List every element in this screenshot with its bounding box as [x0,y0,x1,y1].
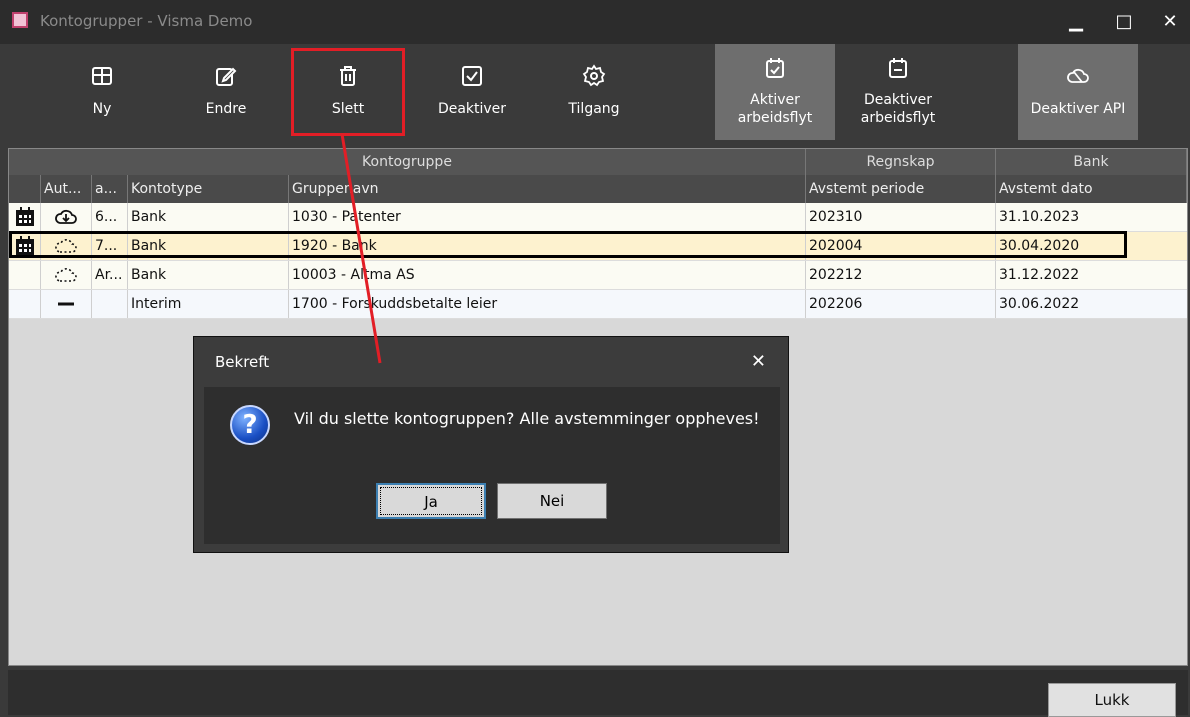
new-button[interactable]: Ny [50,44,154,146]
row-flag-empty [9,290,41,318]
close-button[interactable]: Lukk [1048,683,1176,717]
deactivate-workflow-button[interactable]: Deaktiver arbeidsflyt [838,44,958,146]
col-header-auto[interactable]: Aut... [41,175,92,203]
cell-a: 7... [92,232,128,260]
cloud-download-icon [41,203,92,231]
cell-avstemt-periode: 202004 [806,232,996,260]
calendar-icon [9,232,41,260]
access-button[interactable]: Tilgang [542,44,646,146]
table-row[interactable]: Interim 1700 - Forskuddsbetalte leier 20… [9,290,1187,319]
cell-gruppenavn: 1030 - Patenter [289,203,806,231]
footer [8,670,1188,715]
dialog-title: Bekreft [215,353,270,371]
cell-a: 6... [92,203,128,231]
deactivate-api-label: Deaktiver API [1030,101,1126,117]
activate-workflow-line1: Aktiver [750,92,800,108]
cell-kontotype: Bank [128,261,289,289]
dotted-cloud-icon [41,232,92,260]
group-header-bank: Bank [996,149,1187,175]
calendar-minus-icon [838,56,958,82]
no-button[interactable]: Nei [497,483,607,519]
col-header-gruppenavn[interactable]: Gruppenavn [289,175,806,203]
question-icon: ? [230,405,270,445]
group-header-regnskap: Regnskap [806,149,996,175]
deactivate-workflow-line1: Deaktiver [863,92,933,108]
col-header-flag[interactable] [9,175,41,203]
title-bar: Kontogrupper - Visma Demo ▁ □ ✕ [0,0,1190,44]
cloud-off-icon [1018,64,1138,90]
table-row[interactable]: 6... Bank 1030 - Patenter 202310 31.10.2… [9,203,1187,232]
toolbar: Ny Endre Slett Deaktiver Tilgang Aktiver… [0,44,1190,146]
deactivate-workflow-line2: arbeidsflyt [860,110,936,126]
cell-gruppenavn: 1920 - Bank [289,232,806,260]
edit-button[interactable]: Endre [174,44,278,146]
deactivate-button[interactable]: Deaktiver [420,44,524,146]
cell-kontotype: Bank [128,203,289,231]
confirm-dialog: Bekreft ✕ ? Vil du slette kontogruppen? … [193,336,789,553]
yes-button[interactable]: Ja [376,483,486,519]
cell-kontotype: Interim [128,290,289,318]
new-label: Ny [92,101,112,117]
minimize-button[interactable]: ▁ [1058,8,1094,36]
close-window-button[interactable]: ✕ [1152,8,1188,36]
cell-avstemt-dato: 30.04.2020 [999,238,1080,254]
maximize-button[interactable]: □ [1106,8,1142,36]
activate-workflow-button[interactable]: Aktiver arbeidsflyt [715,44,835,140]
cell-avstemt-periode: 202206 [806,290,996,318]
cell-a: Ar... [92,261,128,289]
edit-icon [174,64,278,90]
dialog-body: ? Vil du slette kontogruppen? Alle avste… [204,387,780,544]
row-flag-empty [9,261,41,289]
dotted-cloud-icon [41,261,92,289]
col-header-avstemt-periode[interactable]: Avstemt periode [806,175,996,203]
deactivate-label: Deaktiver [437,101,507,117]
col-header-avstemt-dato[interactable]: Avstemt dato [996,175,1187,203]
cell-gruppenavn: 10003 - Altma AS [289,261,806,289]
cell-avstemt-periode: 202310 [806,203,996,231]
cell-avstemt-periode: 202212 [806,261,996,289]
deactivate-api-button[interactable]: Deaktiver API [1018,44,1138,140]
dash-icon [41,290,92,318]
col-header-kontotype[interactable]: Kontotype [128,175,289,203]
table-icon [50,64,154,90]
cell-a [92,290,128,318]
highlight-box-delete [291,48,405,136]
cell-gruppenavn: 1700 - Forskuddsbetalte leier [289,290,806,318]
access-label: Tilgang [568,101,620,117]
cell-avstemt-dato: 30.06.2022 [999,296,1080,312]
dialog-message: Vil du slette kontogruppen? Alle avstemm… [294,409,760,428]
edit-label: Endre [205,101,247,117]
window-title: Kontogrupper - Visma Demo [40,12,253,30]
activate-workflow-line2: arbeidsflyt [737,110,813,126]
dialog-close-icon[interactable]: ✕ [751,351,766,372]
checkbox-icon [420,64,524,90]
calendar-icon [9,203,41,231]
table-row-selected[interactable]: 7... Bank 1920 - Bank 202004 30.04.2020 [9,232,1187,261]
group-header-kontogruppe: Kontogruppe [9,149,806,175]
gear-icon [542,64,646,90]
table-row[interactable]: Ar... Bank 10003 - Altma AS 202212 31.12… [9,261,1187,290]
cell-kontotype: Bank [128,232,289,260]
app-icon [12,12,28,28]
deactivate-workflow-label: Deaktiver arbeidsflyt [838,91,958,127]
calendar-check-icon [715,56,835,82]
col-header-a[interactable]: a... [92,175,128,203]
cell-avstemt-dato: 31.12.2022 [999,267,1080,283]
activate-workflow-label: Aktiver arbeidsflyt [715,91,835,127]
cell-avstemt-dato: 31.10.2023 [999,209,1080,225]
